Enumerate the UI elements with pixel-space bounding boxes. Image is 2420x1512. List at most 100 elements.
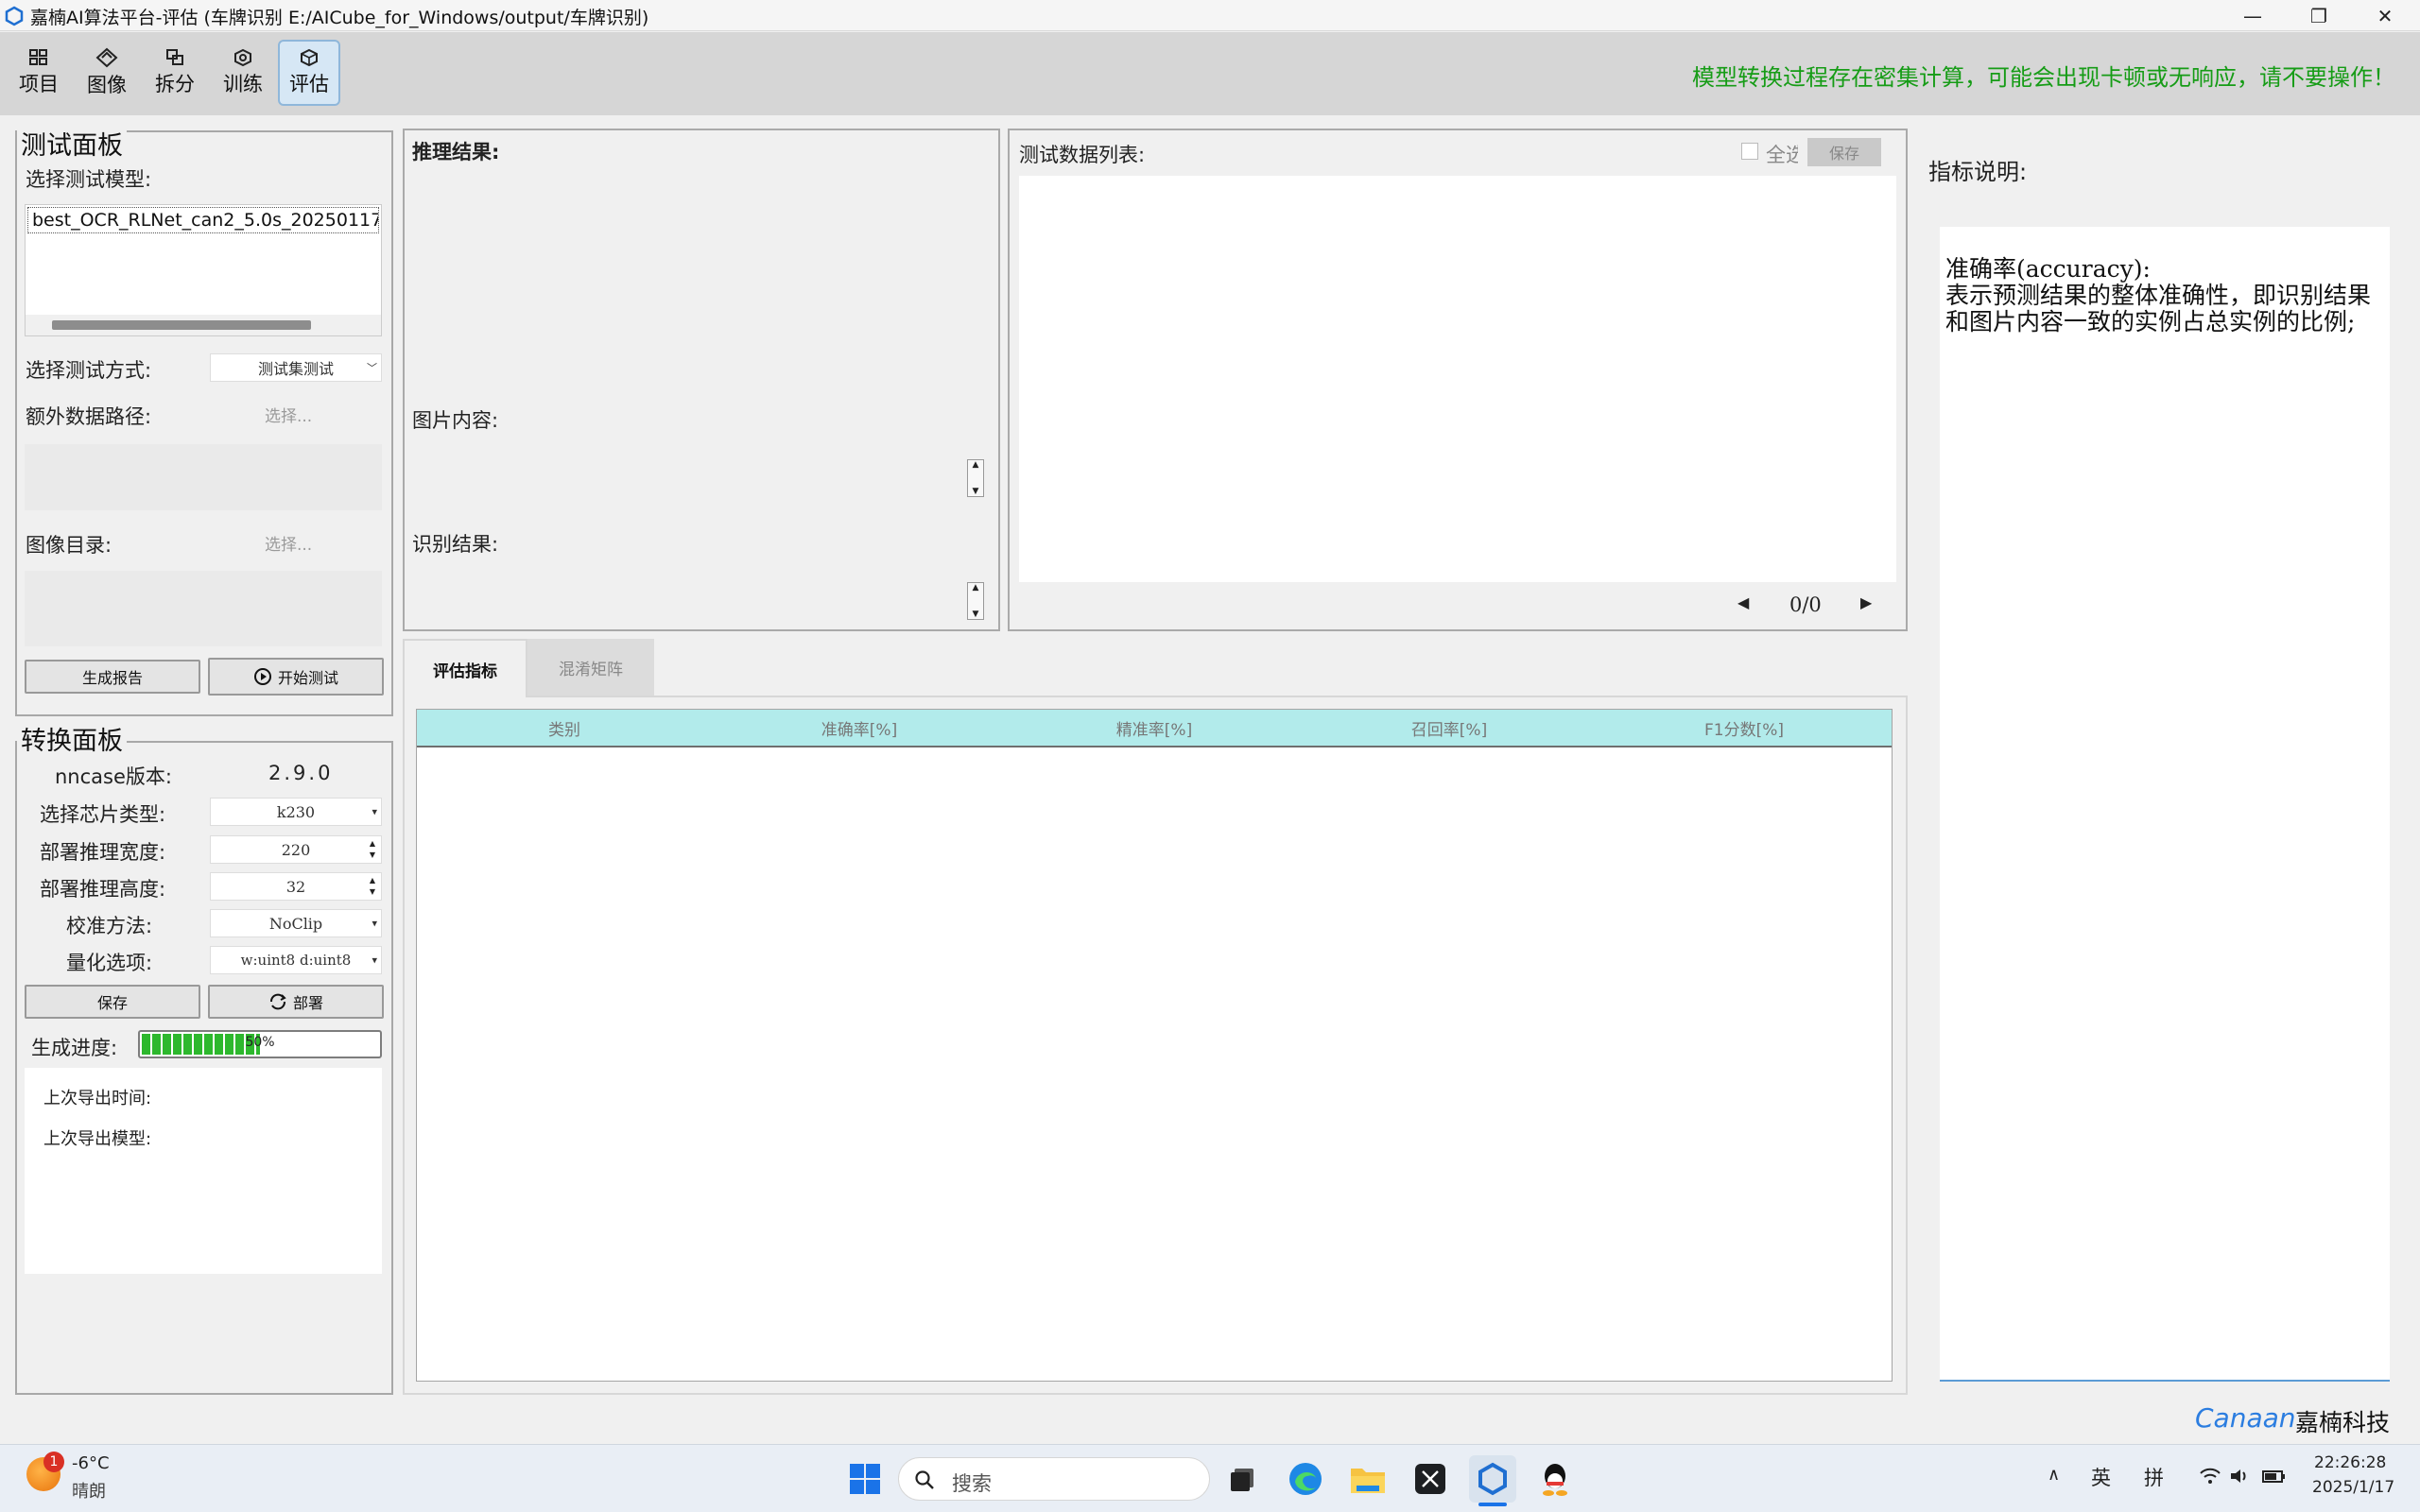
test-list-save-button[interactable]: 保存 — [1807, 138, 1881, 166]
prev-page-icon[interactable]: ◀ — [1737, 593, 1749, 611]
model-list-scrollbar[interactable] — [26, 315, 381, 335]
app-pinned-icon[interactable] — [1407, 1455, 1454, 1503]
aicube-app-icon[interactable] — [1469, 1455, 1516, 1503]
select-all-checkbox[interactable] — [1741, 143, 1758, 160]
image-dir-label: 图像目录: — [26, 534, 112, 557]
cube-icon — [301, 48, 318, 67]
brand-company: 嘉楠科技 — [2295, 1409, 2391, 1436]
column-header-precision[interactable]: 精准率[%] — [1007, 710, 1302, 746]
tray-chevron-icon[interactable]: ∧ — [2048, 1465, 2060, 1485]
tool-label: 训练 — [223, 73, 263, 95]
test-panel-title: 测试面板 — [17, 125, 127, 162]
tool-split[interactable]: 拆分 — [144, 40, 206, 106]
model-label: 选择测试模型: — [26, 168, 152, 191]
wifi-icon[interactable] — [2199, 1467, 2221, 1486]
minimize-button[interactable]: — — [2220, 0, 2286, 31]
tool-label: 拆分 — [155, 73, 195, 95]
ime-lang-indicator[interactable]: 英 — [2091, 1463, 2111, 1491]
column-header-category[interactable]: 类别 — [417, 710, 712, 746]
chip-select[interactable]: k230 ▾ — [210, 798, 382, 826]
play-icon — [253, 668, 271, 685]
column-header-f1[interactable]: F1分数[%] — [1597, 710, 1892, 746]
inference-title: 推理结果: — [412, 141, 500, 163]
image-content-spin[interactable]: ▲ ▼ — [967, 459, 984, 497]
calibration-value: NoClip — [268, 914, 323, 933]
save-convert-button[interactable]: 保存 — [25, 985, 200, 1019]
model-list-item[interactable]: best_OCR_RLNet_can2_5.0s_20250117185 — [27, 207, 379, 233]
search-placeholder: 搜索 — [952, 1472, 992, 1495]
image-dir-picker[interactable]: 选择... — [265, 531, 312, 555]
width-value[interactable]: 220 — [282, 841, 311, 859]
test-list-title: 测试数据列表: — [1019, 144, 1146, 166]
ime-mode-indicator[interactable]: 拼 — [2144, 1463, 2164, 1491]
metric-description-body: 表示预测结果的整体准确性，即识别结果和图片内容一致的实例占总实例的比例; — [1945, 282, 2372, 335]
start-icon[interactable] — [841, 1455, 889, 1503]
clock-date[interactable]: 2025/1/17 — [2312, 1478, 2394, 1497]
tab-metrics[interactable]: 评估指标 — [403, 639, 527, 697]
spin-arrows-icon[interactable]: ▲ ▼ — [366, 838, 379, 861]
taskbar-search[interactable]: 搜索 — [898, 1457, 1210, 1501]
calibration-label: 校准方法: — [66, 915, 153, 937]
column-header-recall[interactable]: 召回率[%] — [1302, 710, 1597, 746]
tab-confusion-matrix[interactable]: 混淆矩阵 — [527, 639, 654, 696]
last-export-model-label: 上次导出模型: — [43, 1129, 152, 1149]
clock-time[interactable]: 22:26:28 — [2314, 1453, 2386, 1472]
edge-browser-icon[interactable] — [1282, 1455, 1329, 1503]
recognition-spin[interactable]: ▲ ▼ — [967, 582, 984, 620]
height-value[interactable]: 32 — [286, 878, 305, 896]
next-page-icon[interactable]: ▶ — [1860, 593, 1872, 611]
convert-panel-title: 转换面板 — [17, 720, 127, 757]
train-icon — [234, 48, 251, 67]
last-export-time-label: 上次导出时间: — [43, 1089, 152, 1108]
chip-value: k230 — [276, 802, 316, 821]
deploy-icon — [269, 993, 286, 1010]
metric-description-heading: 准确率(accuracy): — [1945, 255, 2151, 283]
search-icon — [915, 1470, 934, 1489]
image-dir-display — [25, 571, 382, 646]
tool-project[interactable]: 项目 — [8, 40, 70, 106]
extra-path-picker[interactable]: 选择... — [265, 403, 312, 426]
volume-icon[interactable] — [2229, 1467, 2252, 1486]
tool-label: 评估 — [289, 73, 329, 95]
metric-description-box[interactable]: 准确率(accuracy): 表示预测结果的整体准确性，即识别结果和图片内容一致… — [1940, 227, 2390, 1382]
restore-button[interactable]: ❐ — [2286, 0, 2352, 31]
tool-label: 项目 — [19, 73, 59, 95]
method-select[interactable]: 测试集测试 ﹀ — [210, 353, 382, 382]
deploy-button[interactable]: 部署 — [208, 985, 384, 1019]
qq-icon[interactable] — [1531, 1455, 1579, 1503]
height-spinbox[interactable]: 32 ▲ ▼ — [210, 872, 382, 901]
window-title: 嘉楠AI算法平台-评估 (车牌识别 E:/AICube_for_Windows/… — [30, 8, 649, 28]
tool-image[interactable]: 图像 — [76, 40, 138, 106]
tool-evaluate[interactable]: 评估 — [278, 40, 340, 106]
dropdown-arrow-icon: ▾ — [372, 954, 377, 967]
battery-icon[interactable] — [2261, 1467, 2288, 1486]
quant-select[interactable]: w:uint8 d:uint8 ▾ — [210, 946, 382, 974]
weather-text[interactable]: 晴朗 — [72, 1478, 106, 1503]
chevron-down-icon: ﹀ — [367, 362, 377, 374]
method-label: 选择测试方式: — [26, 359, 152, 382]
metrics-table-header: 类别 准确率[%] 精准率[%] 召回率[%] F1分数[%] — [417, 710, 1892, 747]
button-label: 保存 — [96, 994, 128, 1012]
task-view-icon[interactable] — [1219, 1455, 1267, 1503]
app-logo-icon — [5, 6, 24, 26]
temperature[interactable]: -6°C — [72, 1453, 110, 1473]
metric-description-title: 指标说明: — [1928, 159, 2028, 185]
calibration-select[interactable]: NoClip ▾ — [210, 909, 382, 937]
close-button[interactable]: ✕ — [2352, 0, 2418, 31]
quant-label: 量化选项: — [66, 952, 153, 974]
model-list[interactable]: best_OCR_RLNet_can2_5.0s_20250117185 — [25, 204, 382, 336]
generate-report-button[interactable]: 生成报告 — [25, 660, 200, 694]
weather-badge: 1 — [43, 1452, 64, 1472]
file-explorer-icon[interactable] — [1344, 1455, 1392, 1503]
method-value: 测试集测试 — [257, 360, 334, 378]
dropdown-arrow-icon: ▾ — [372, 805, 377, 818]
scrollbar-thumb[interactable] — [52, 320, 311, 330]
test-data-list[interactable] — [1019, 176, 1896, 582]
button-label: 部署 — [292, 994, 323, 1012]
spin-arrows-icon[interactable]: ▲ ▼ — [366, 875, 379, 898]
grid-icon — [29, 49, 47, 65]
width-spinbox[interactable]: 220 ▲ ▼ — [210, 835, 382, 864]
tool-train[interactable]: 训练 — [212, 40, 274, 106]
column-header-accuracy[interactable]: 准确率[%] — [712, 710, 1007, 746]
start-test-button[interactable]: 开始测试 — [208, 658, 384, 696]
